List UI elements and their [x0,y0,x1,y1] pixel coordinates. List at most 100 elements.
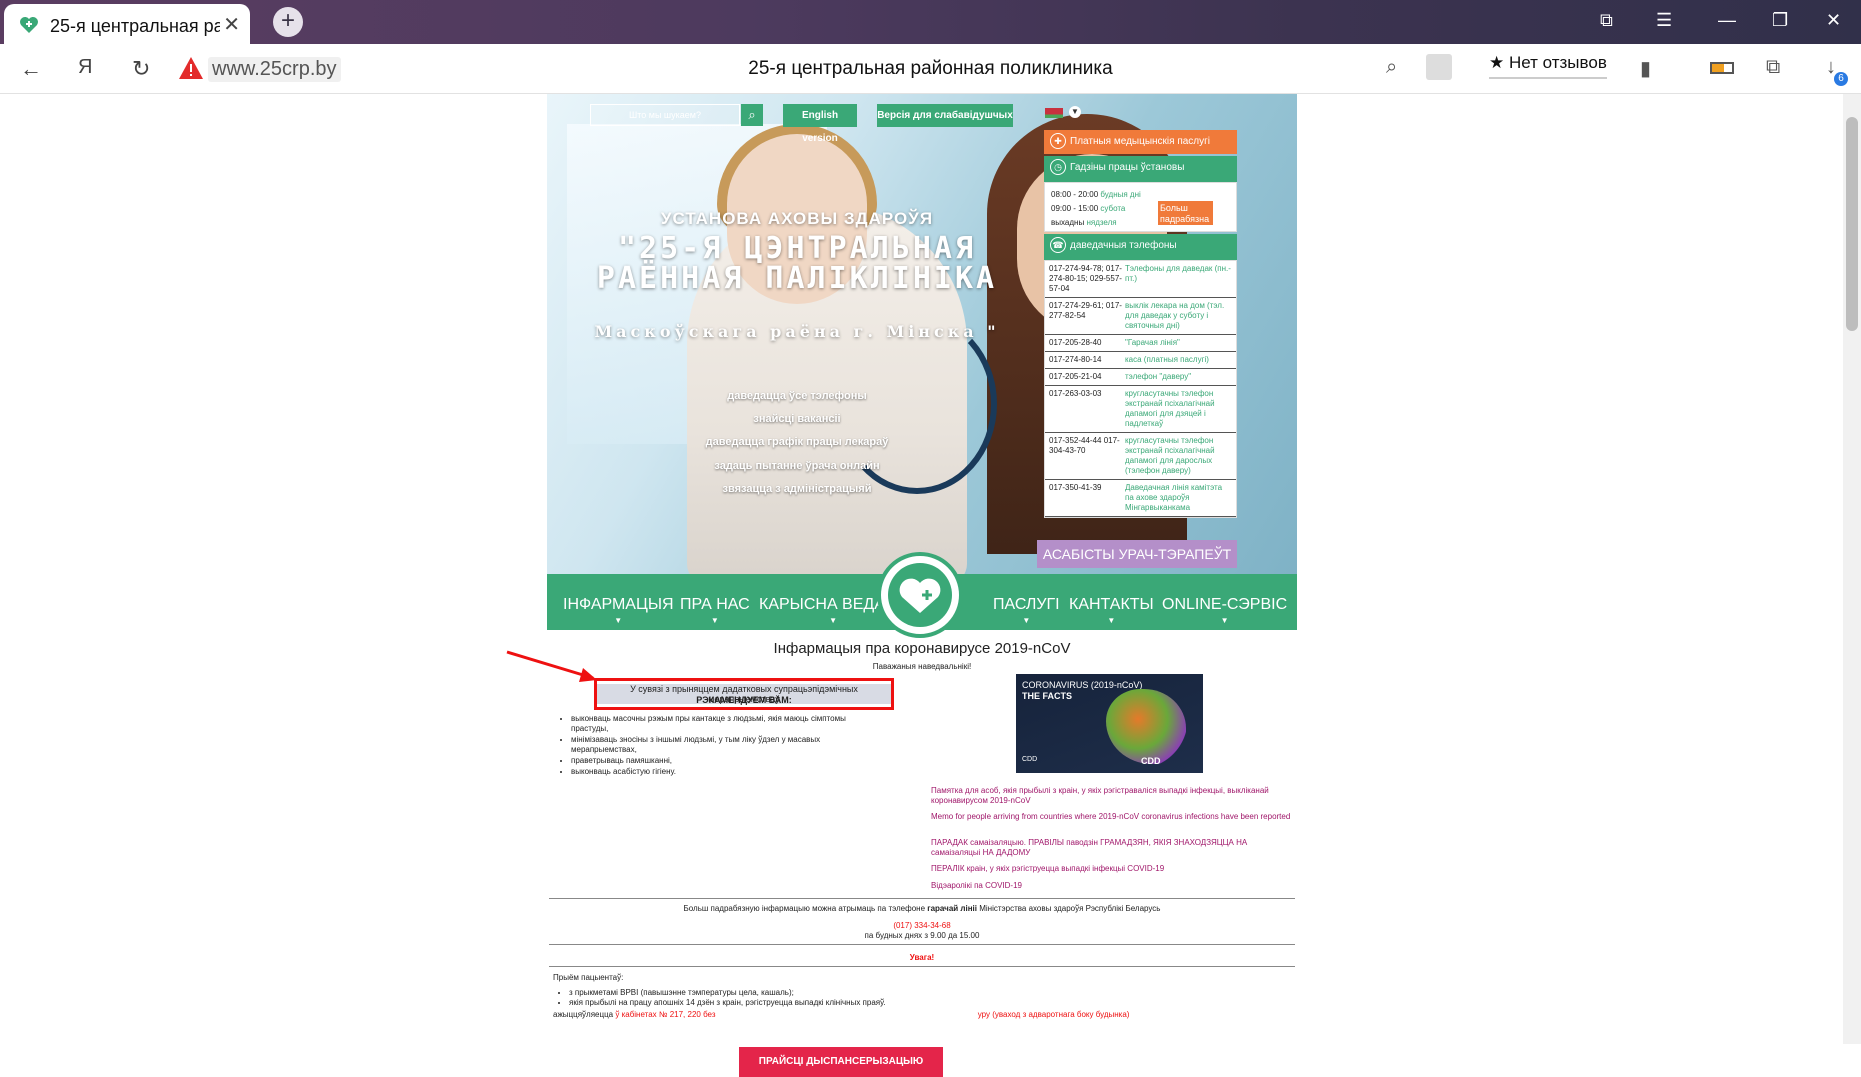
phone-number[interactable]: 017-274-80-14 [1049,355,1125,365]
scrollbar-thumb[interactable] [1846,117,1858,331]
chevron-down-icon[interactable]: ▼ [1069,106,1081,118]
extensions-icon[interactable]: ⧉ [1766,56,1780,79]
hours-title: Гадзіны працы ўстановы [1070,162,1185,173]
minimize-icon[interactable]: — [1718,10,1736,31]
phone-desc: Тэлефоны для даведак (пн.-пт.) [1125,264,1231,283]
selfisolation-link[interactable]: ПАРАДАК самаізаляцыю. ПРАВІЛЫ паводзін Г… [931,838,1291,858]
info-panel: ✚ Платныя медыцынскія паслугі ◷ Гадзіны пр… [1044,130,1237,518]
chevron-down-icon: ▼ [1220,616,1229,625]
phone-desc: "Гарачая лінія" [1125,338,1180,347]
hero-link-schedule[interactable]: даведацца графік працы лекараў [547,436,1047,448]
intake-tail: ажыццяўляецца ў кабінетах № 217, 220 без… [553,1010,1293,1020]
turbo-icon[interactable] [1426,54,1452,80]
phone-desc: Даведачная лінія камітэта па ахове здаро… [1125,483,1223,512]
dispensary-button[interactable]: ПРАЙСЦІ ДЫСПАНСЕРЫЗАЦЫЮ [739,1047,943,1077]
new-tab-button[interactable]: + [273,7,303,37]
site-logo[interactable] [877,552,963,638]
menu-label: ПАСЛУГІ [993,596,1060,613]
hours-day: субота [1100,204,1126,213]
bookmark-icon[interactable]: ▮ [1640,56,1651,81]
hero-link-admin[interactable]: звязацца з адміністрацыяй [547,483,1047,495]
flag-icon[interactable] [1045,108,1063,118]
medkit-icon: ✚ [1050,133,1066,149]
coronavirus-image[interactable]: CORONAVIRUS (2019-nCoV) THE FACTS CDD CD… [1016,674,1203,773]
phone-desc: каса (платныя паслугі) [1125,355,1209,364]
paid-services-header[interactable]: ✚ Платныя медыцынскія паслугі [1044,130,1237,154]
logo-circle [888,563,952,627]
phone-number[interactable]: 017-274-94-78; 017-274-80-15; 029-557-57… [1049,264,1125,294]
intake-tail-a: ажыццяўляецца [553,1010,614,1019]
chevron-down-icon: ▼ [710,616,719,625]
phone-number[interactable]: 017-352-44-44 017-304-43-70 [1049,436,1125,476]
phone-row: 017-352-44-44 017-304-43-70 кругласутачны… [1045,433,1236,480]
more-details-button[interactable]: Больш падрабязна [1158,201,1213,225]
countries-link[interactable]: ПЕРАЛІК краін, у якіх рэгіструецца выпад… [931,864,1291,874]
address-bar: ← Я ↻ www.25crp.by 25-я центральная райо… [0,44,1861,94]
heart-icon [20,17,38,33]
browser-tab[interactable]: 25-я центральная райо ✕ [4,4,250,44]
hotline-phone[interactable]: (017) 334-34-68 [547,921,1297,931]
hours-time: выхадны [1051,218,1085,227]
battery-icon[interactable] [1710,62,1734,74]
hero-line2: "25-Я ЦЭНТРАЛЬНАЯ РАЁННАЯ ПАЛІКЛІНІКА [596,231,998,296]
phone-row: 017-350-41-39 Даведачная лінія камітэта п… [1045,480,1236,517]
close-window-icon[interactable]: ✕ [1826,10,1841,31]
phone-number[interactable]: 017-350-41-39 [1049,483,1125,513]
image-title: CORONAVIRUS (2019-nCoV) [1022,680,1143,690]
paid-services-label: Платныя медыцынскія паслугі [1070,136,1210,147]
videos-link[interactable]: Відэаролікі па COVID-19 [931,881,1291,891]
memo-link-en[interactable]: Memo for people arriving from countries … [931,812,1291,822]
restore-icon[interactable]: ❐ [1772,10,1788,31]
bookmarks-icon[interactable]: ⧉ [1600,10,1613,31]
heart-cross-icon [899,578,941,613]
hero-link-phones[interactable]: даведацца ўсе тэлефоны [547,390,1047,402]
hotline-hours: па будных днях з 9.00 да 15.00 [864,931,980,940]
highlight-box: У сувязі з прыняццем дадатковых супрацьэ… [594,678,894,710]
menu-icon[interactable]: ☰ [1656,10,1672,31]
browser-tabbar: 25-я центральная райо ✕ + ⧉ ☰ — ❐ ✕ [0,0,1861,44]
menu-item-services[interactable]: ПАСЛУГІ ▼ [993,596,1060,625]
phone-desc: тэлефон "даверу" [1125,372,1192,381]
english-version-button[interactable]: English version [783,104,857,144]
tab-title: 25-я центральная райо [50,16,220,36]
content-area: Інфармацыя пра коронавирусе 2019-nCoV Па… [547,630,1297,1077]
phone-row: 017-274-94-78; 017-274-80-15; 029-557-57… [1045,261,1236,298]
virus-molecule [1106,689,1186,764]
divider [549,898,1295,899]
image-brand-left: CDD [1022,756,1038,763]
divider [549,944,1295,945]
menu-item-info[interactable]: ІНФАРМАЦЫЯ ▼ [563,596,674,625]
image-brand-right: CDD [1141,756,1161,766]
recommend-list: выконваць масочны рэжым пры кантакце з л… [557,714,867,778]
menu-label: ПРА НАС [680,596,750,613]
menu-label: ІНФАРМАЦЫЯ [563,596,674,613]
menu-label: ONLINE-СЭРВІС [1162,596,1288,613]
phone-number[interactable]: 017-205-28-40 [1049,338,1125,348]
phone-desc: кругласутачны тэлефон экстранай псіхалаг… [1125,436,1215,475]
phone-number[interactable]: 017-263-03-03 [1049,389,1125,429]
memo-link-be[interactable]: Памятка для асоб, якія прыбылі з краін, … [931,786,1291,806]
recommend-text: РЭКАМЕНДУЕМ ВАМ: [696,695,792,705]
image-subtitle: THE FACTS [1022,691,1073,701]
phone-number[interactable]: 017-274-29-61; 017-277-82-54 [1049,301,1125,331]
clock-icon: ◷ [1050,159,1066,175]
covid-title: Інфармацыя пра коронавирусе 2019-nCoV [773,640,1071,657]
hours-day: будныя дні [1100,190,1141,199]
hero-link-ask-doctor[interactable]: задаць пытанне ўрача онлайн [547,460,1047,472]
menu-item-about[interactable]: ПРА НАС ▼ [680,596,750,625]
therapist-button[interactable]: АСАБІСТЫ УРАЧ-ТЭРАПЕЎТ [1037,540,1237,568]
menu-item-contacts[interactable]: КАНТАКТЫ ▼ [1069,596,1154,625]
site-search-input[interactable]: Што мы шукаем? [590,104,740,126]
reviews-link[interactable]: ★ Нет отзывов [1489,53,1607,79]
hero-link-vacancies[interactable]: знайсці вакансіі [547,413,1047,425]
chevron-down-icon: ▼ [614,616,623,625]
low-vision-button[interactable]: Версія для слабавідушчых [877,104,1013,127]
menu-item-online[interactable]: ONLINE-СЭРВІС ▼ [1162,596,1287,625]
search-icon[interactable]: ⌕ [741,104,763,126]
list-item: праветрываць памяшканні, [571,756,867,766]
list-item: мінімізаваць зносіны з іншымі людзьмі, у… [571,735,867,755]
close-tab-icon[interactable]: ✕ [223,12,240,37]
menu-label: КАНТАКТЫ [1069,596,1154,613]
search-page-icon[interactable]: ⌕ [1386,56,1397,79]
phone-number[interactable]: 017-205-21-04 [1049,372,1125,382]
